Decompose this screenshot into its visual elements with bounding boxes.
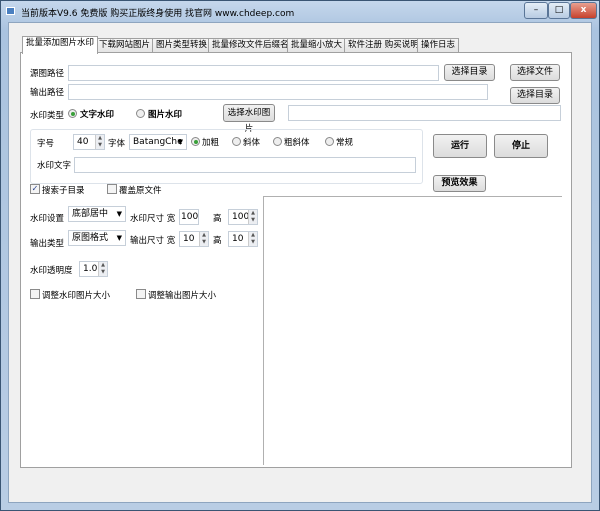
opacity-spinner[interactable]: 1.0 ▲ ▼: [79, 261, 108, 277]
overwrite-label: 覆盖原文件: [119, 186, 162, 196]
spinner-arrows-icon[interactable]: ▲ ▼: [248, 232, 257, 246]
spinner-arrows-icon[interactable]: ▲ ▼: [98, 262, 107, 276]
window-title: 当前版本V9.6 免费版 购买正版终身使用 找官网 www.chdeep.com: [21, 9, 295, 19]
select-file-button[interactable]: 选择文件: [510, 64, 560, 81]
watermark-position-value: 底部居中: [72, 209, 109, 219]
watermark-height-label: 高: [213, 214, 222, 224]
chevron-down-icon: ▼: [116, 210, 122, 218]
spinner-arrows-icon[interactable]: ▲ ▼: [248, 210, 257, 224]
image-watermark-label: 图片水印: [148, 110, 183, 120]
search-subdirs-label: 搜索子目录: [42, 186, 85, 196]
source-path-input[interactable]: [68, 65, 439, 81]
minimize-button[interactable]: –: [524, 2, 548, 19]
style-bold-label: 加粗: [202, 138, 220, 148]
watermark-text-label: 水印文字: [37, 161, 72, 171]
output-format-value: 原图格式: [72, 233, 109, 243]
close-button[interactable]: x: [570, 2, 597, 19]
output-size-label: 输出尺寸 宽: [130, 236, 176, 246]
tab-rename-extension[interactable]: 批量修改文件后缀名: [208, 38, 293, 53]
opacity-value: 1.0: [83, 264, 98, 274]
watermark-height-spinner[interactable]: 100 ▲ ▼: [228, 209, 258, 225]
style-bold-radio[interactable]: [191, 137, 200, 146]
watermark-image-path-input[interactable]: [288, 105, 561, 121]
font-combo[interactable]: BatangChe ▼: [129, 134, 187, 150]
preview-area: [263, 196, 562, 465]
app-icon: [6, 7, 15, 15]
font-size-spinner[interactable]: 40 ▲ ▼: [73, 134, 105, 150]
tab-batch-watermark[interactable]: 批量添加图片水印: [22, 36, 99, 54]
stop-button[interactable]: 停止: [494, 134, 548, 158]
watermark-position-combo[interactable]: 底部居中 ▼: [68, 206, 126, 222]
resize-watermark-label: 调整水印图片大小: [42, 291, 111, 301]
font-value: BatangChe: [133, 137, 183, 147]
spinner-arrows-icon[interactable]: ▲ ▼: [199, 232, 208, 246]
overwrite-checkbox[interactable]: [107, 184, 117, 194]
output-height-value: 10: [232, 234, 244, 244]
watermark-width-value: 100: [181, 212, 199, 222]
style-bold-italic-label: 粗斜体: [284, 138, 310, 148]
watermark-type-label: 水印类型: [30, 111, 65, 121]
output-format-combo[interactable]: 原图格式 ▼: [68, 230, 126, 246]
chevron-down-icon: ▼: [177, 138, 183, 146]
output-height-spinner[interactable]: 10 ▲ ▼: [228, 231, 258, 247]
output-path-input[interactable]: [68, 84, 488, 100]
output-path-label: 输出路径: [30, 88, 65, 98]
output-width-spinner[interactable]: 10 ▲ ▼: [179, 231, 209, 247]
tab-register[interactable]: 软件注册 购买说明: [344, 38, 423, 53]
tab-log[interactable]: 操作日志: [417, 38, 460, 53]
watermark-width-spinner[interactable]: 100: [179, 209, 199, 225]
tab-image-convert[interactable]: 图片类型转换: [152, 38, 212, 53]
watermark-size-label: 水印尺寸 宽: [130, 214, 176, 224]
output-width-value: 10: [183, 234, 195, 244]
style-italic-label: 斜体: [243, 138, 261, 148]
image-watermark-radio[interactable]: [136, 109, 145, 118]
search-subdirs-checkbox[interactable]: ✓: [30, 184, 40, 194]
resize-output-label: 调整输出图片大小: [148, 291, 217, 301]
select-source-dir-button[interactable]: 选择目录: [444, 64, 495, 81]
style-bold-italic-radio[interactable]: [273, 137, 282, 146]
maximize-button[interactable]: □: [548, 2, 570, 19]
opacity-label: 水印透明度: [30, 266, 73, 276]
chevron-down-icon: ▼: [116, 234, 122, 242]
text-watermark-label: 文字水印: [80, 110, 115, 120]
watermark-height-value: 100: [232, 212, 250, 222]
output-height-label: 高: [213, 236, 222, 246]
font-size-label: 字号: [37, 139, 55, 149]
resize-watermark-checkbox[interactable]: [30, 289, 40, 299]
font-size-value: 40: [77, 137, 89, 147]
select-watermark-image-button[interactable]: 选择水印图片: [223, 104, 275, 134]
run-button[interactable]: 运行: [433, 134, 487, 158]
spinner-arrows-icon[interactable]: ▲ ▼: [95, 135, 104, 149]
font-label: 字体: [108, 139, 126, 149]
resize-output-checkbox[interactable]: [136, 289, 146, 299]
output-type-label: 输出类型: [30, 239, 65, 249]
source-path-label: 源图路径: [30, 69, 65, 79]
tab-batch-resize[interactable]: 批量缩小放大: [287, 38, 347, 53]
style-regular-radio[interactable]: [325, 137, 334, 146]
watermark-text-input[interactable]: [74, 157, 416, 173]
preview-button[interactable]: 预览效果: [433, 175, 486, 192]
style-regular-label: 常规: [336, 138, 354, 148]
watermark-settings-label: 水印设置: [30, 214, 65, 224]
text-watermark-radio[interactable]: [68, 109, 77, 118]
style-italic-radio[interactable]: [232, 137, 241, 146]
tab-download-images[interactable]: 下载网站图片: [95, 38, 155, 53]
select-output-dir-button[interactable]: 选择目录: [510, 87, 560, 104]
